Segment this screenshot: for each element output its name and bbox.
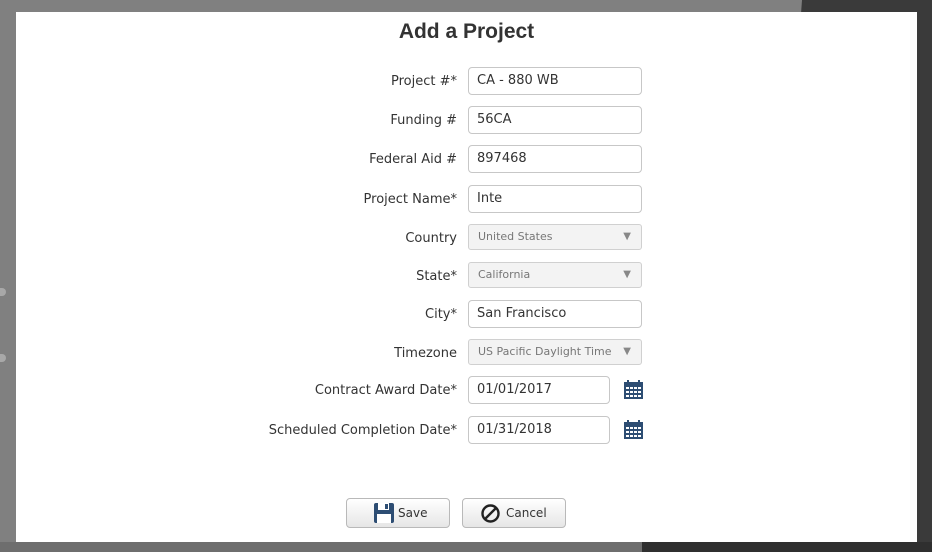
floppy-disk-icon	[374, 503, 394, 523]
save-button[interactable]: Save	[346, 498, 450, 528]
calendar-icon[interactable]	[624, 420, 643, 439]
federal-aid-input[interactable]: 897468	[468, 145, 642, 173]
country-select-value: United States	[478, 230, 553, 243]
state-select-value: California	[478, 268, 531, 281]
background-bottom-dark-strip	[642, 542, 932, 552]
city-label: City*	[425, 307, 457, 322]
country-select[interactable]: United States ▼	[468, 224, 642, 250]
cancel-button[interactable]: Cancel	[462, 498, 566, 528]
project-number-label: Project #*	[390, 74, 457, 89]
caret-down-icon: ▼	[623, 231, 631, 242]
project-number-input[interactable]: CA - 880 WB	[468, 67, 642, 95]
scheduled-completion-date-row: Scheduled Completion Date* 01/31/2018	[16, 416, 917, 446]
scheduled-completion-date-label: Scheduled Completion Date*	[268, 423, 457, 438]
cancel-button-label: Cancel	[506, 506, 547, 520]
add-project-dialog: Add a Project Project #* CA - 880 WB Fun…	[16, 12, 917, 542]
timezone-select[interactable]: US Pacific Daylight Time ▼	[468, 339, 642, 365]
calendar-icon[interactable]	[624, 380, 643, 399]
state-label: State*	[416, 269, 457, 284]
state-row: State* California ▼	[16, 262, 917, 292]
caret-down-icon: ▼	[623, 346, 631, 357]
timezone-label: Timezone	[394, 346, 457, 361]
funding-number-row: Funding # 56CA	[16, 106, 917, 136]
federal-aid-row: Federal Aid # 897468	[16, 145, 917, 175]
state-select[interactable]: California ▼	[468, 262, 642, 288]
city-row: City* San Francisco	[16, 300, 917, 330]
project-name-row: Project Name* Inte	[16, 185, 917, 215]
country-label: Country	[405, 231, 457, 246]
federal-aid-label: Federal Aid #	[369, 152, 457, 167]
timezone-select-value: US Pacific Daylight Time	[478, 345, 612, 358]
project-number-row: Project #* CA - 880 WB	[16, 67, 917, 97]
funding-number-input[interactable]: 56CA	[468, 106, 642, 134]
contract-award-date-label: Contract Award Date*	[314, 383, 457, 398]
edge-bullet-decoration	[0, 288, 6, 296]
save-button-label: Save	[398, 506, 428, 520]
city-input[interactable]: San Francisco	[468, 300, 642, 328]
country-row: Country United States ▼	[16, 224, 917, 254]
funding-number-label: Funding #	[390, 113, 457, 128]
no-entry-icon	[481, 504, 500, 523]
project-name-label: Project Name*	[363, 192, 457, 207]
edge-bullet-decoration	[0, 354, 6, 362]
caret-down-icon: ▼	[623, 269, 631, 280]
scheduled-completion-date-input[interactable]: 01/31/2018	[468, 416, 610, 444]
contract-award-date-input[interactable]: 01/01/2017	[468, 376, 610, 404]
timezone-row: Timezone US Pacific Daylight Time ▼	[16, 339, 917, 369]
project-name-input[interactable]: Inte	[468, 185, 642, 213]
dialog-title: Add a Project	[398, 20, 535, 43]
contract-award-date-row: Contract Award Date* 01/01/2017	[16, 376, 917, 406]
